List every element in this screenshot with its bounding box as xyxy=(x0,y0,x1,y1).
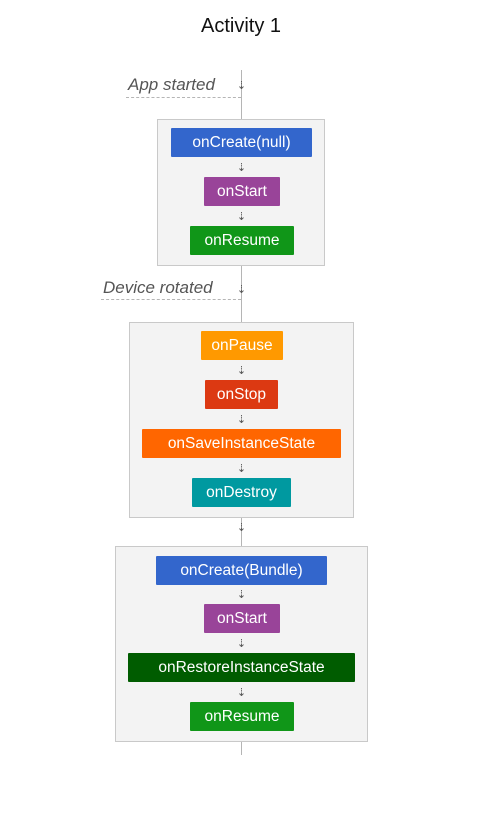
callback-onstop: onStop xyxy=(205,380,278,409)
callback-onstart: onStart xyxy=(204,177,280,206)
arrow-down-icon: ⇣ xyxy=(236,589,247,601)
callback-onstart: onStart xyxy=(204,604,280,633)
callback-onresume: onResume xyxy=(190,226,294,255)
timeline-arrow-icon: ⇣ xyxy=(236,284,247,296)
arrow-down-icon: ⇣ xyxy=(236,414,247,426)
arrow-down-icon: ⇣ xyxy=(236,211,247,223)
callback-oncreate-null: onCreate(null) xyxy=(171,128,312,157)
arrow-down-icon: ⇣ xyxy=(236,365,247,377)
callback-onresume: onResume xyxy=(190,702,294,731)
arrow-down-icon: ⇣ xyxy=(236,687,247,699)
timeline-arrow-icon: ⇣ xyxy=(236,80,247,92)
timeline-arrow-icon: ⇣ xyxy=(236,522,247,534)
callback-onrestoreinstancestate: onRestoreInstanceState xyxy=(128,653,355,682)
timeline-segment-bottom xyxy=(241,742,242,755)
callback-onsaveinstancestate: onSaveInstanceState xyxy=(142,429,341,458)
event-marker-device-rotated xyxy=(101,299,241,300)
timeline-segment-top xyxy=(241,70,242,119)
event-label-app-started: App started xyxy=(128,75,215,94)
arrow-down-icon: ⇣ xyxy=(236,162,247,174)
arrow-down-icon: ⇣ xyxy=(236,463,247,475)
event-label-device-rotated: Device rotated xyxy=(103,278,213,297)
event-marker-app-started xyxy=(126,97,241,98)
callback-ondestroy: onDestroy xyxy=(192,478,291,507)
callback-oncreate-bundle: onCreate(Bundle) xyxy=(156,556,327,585)
callback-onpause: onPause xyxy=(201,331,283,360)
arrow-down-icon: ⇣ xyxy=(236,638,247,650)
diagram-title: Activity 1 xyxy=(200,15,282,37)
